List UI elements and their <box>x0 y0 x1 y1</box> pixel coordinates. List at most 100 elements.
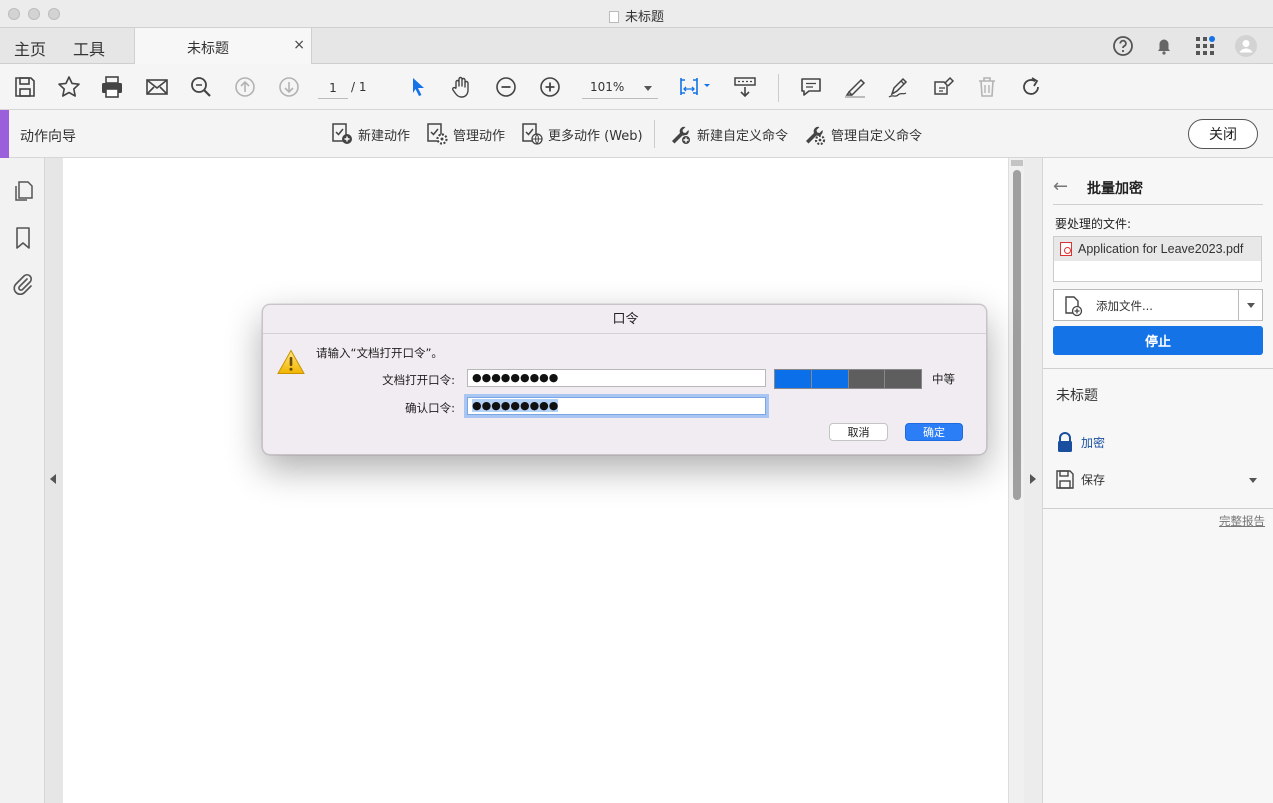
manage-custom-commands-label: 管理自定义命令 <box>831 128 923 144</box>
file-name: Application for Leave2023.pdf <box>1078 242 1244 256</box>
confirm-password-field[interactable]: ●●●●●●●●● <box>467 397 766 415</box>
trash-icon[interactable] <box>974 74 1000 100</box>
search-zoom-icon[interactable] <box>188 74 214 100</box>
action-bar-divider <box>654 120 655 148</box>
print-icon[interactable] <box>99 74 125 100</box>
strength-segment <box>811 370 849 388</box>
chevron-down-icon <box>644 86 652 91</box>
new-action-label: 新建动作 <box>358 128 411 144</box>
avatar-icon[interactable] <box>1234 34 1258 58</box>
tab-home[interactable]: 主页 <box>14 36 46 60</box>
ok-button[interactable]: 确定 <box>905 423 963 441</box>
manage-actions-label: 管理动作 <box>453 128 506 144</box>
save-icon[interactable] <box>12 74 38 100</box>
more-actions-globe-icon <box>522 123 543 145</box>
next-page-icon[interactable] <box>276 74 302 100</box>
bell-icon[interactable] <box>1152 34 1176 58</box>
strength-segment <box>885 370 921 388</box>
pages-thumbnail-icon[interactable] <box>11 179 35 203</box>
manage-actions-button[interactable]: 管理动作 <box>425 122 505 146</box>
new-action-icon <box>332 123 352 144</box>
stop-button[interactable]: 停止 <box>1053 326 1263 355</box>
password-strength-meter <box>774 369 922 389</box>
step-encrypt[interactable]: 加密 <box>1055 430 1105 454</box>
manage-custom-commands-button[interactable]: 管理自定义命令 <box>803 122 922 146</box>
vertical-scrollbar[interactable] <box>1008 158 1024 803</box>
back-arrow-icon[interactable]: ← <box>1053 176 1068 197</box>
strength-segment <box>775 370 812 388</box>
document-icon <box>608 11 619 23</box>
select-cursor-icon[interactable] <box>405 74 431 100</box>
apps-grid-icon[interactable] <box>1193 34 1217 58</box>
attachment-paperclip-icon[interactable] <box>11 272 35 296</box>
tab-tools[interactable]: 工具 <box>73 36 105 60</box>
zoom-select[interactable]: 101% <box>582 77 658 99</box>
expand-right-panel-icon[interactable] <box>1030 474 1036 484</box>
full-report-link[interactable]: 完整报告 <box>1219 513 1265 529</box>
confirm-password-label: 确认口令: <box>405 401 455 415</box>
previous-page-icon[interactable] <box>232 74 258 100</box>
add-files-dropdown[interactable] <box>1238 290 1262 320</box>
tab-document[interactable]: 未标题 × <box>134 28 312 64</box>
star-icon[interactable] <box>56 74 82 100</box>
close-tab-icon[interactable]: × <box>293 37 305 53</box>
file-list-item[interactable]: Application for Leave2023.pdf <box>1054 237 1261 261</box>
edit-stamp-icon[interactable] <box>930 74 956 100</box>
step-save[interactable]: 保存 <box>1055 467 1105 491</box>
files-to-process-label: 要处理的文件: <box>1055 217 1132 231</box>
new-custom-command-button[interactable]: 新建自定义命令 <box>669 122 788 146</box>
strength-segment <box>848 370 886 388</box>
page-total: / 1 <box>351 80 367 94</box>
draw-pen-icon[interactable] <box>886 74 912 100</box>
keyboard-scroll-icon[interactable] <box>732 74 758 100</box>
highlighter-icon[interactable] <box>842 74 868 100</box>
close-tool-button[interactable]: 关闭 <box>1188 119 1258 149</box>
document-tab-label: 未标题 <box>187 41 229 57</box>
add-file-icon <box>1065 296 1083 317</box>
toolbar-divider <box>778 74 779 102</box>
batch-encrypt-panel: ← 批量加密 要处理的文件: Application for Leave2023… <box>1043 158 1273 803</box>
zoom-in-icon[interactable] <box>537 74 563 100</box>
open-password-field[interactable]: ●●●●●●●●● <box>467 369 766 387</box>
tab-bar: 主页 工具 未标题 × <box>0 28 1273 64</box>
save-icon <box>1056 470 1074 489</box>
zoom-value: 101% <box>590 80 625 94</box>
file-list[interactable]: Application for Leave2023.pdf <box>1053 236 1262 282</box>
rotate-icon[interactable] <box>1018 74 1044 100</box>
add-files-label: 添加文件... <box>1096 299 1153 313</box>
chevron-down-icon[interactable] <box>1249 478 1257 483</box>
lock-icon <box>1058 432 1072 452</box>
hand-icon[interactable] <box>449 74 475 100</box>
pdf-file-icon <box>1060 242 1072 256</box>
warning-icon <box>277 349 305 375</box>
mail-icon[interactable] <box>144 74 170 100</box>
help-icon[interactable] <box>1111 34 1135 58</box>
add-files-button[interactable]: 添加文件... <box>1053 289 1263 321</box>
page-number-input[interactable] <box>318 77 348 99</box>
panel-divider <box>1043 508 1273 509</box>
cancel-button[interactable]: 取消 <box>829 423 888 441</box>
title-bar: 未标题 <box>0 0 1273 28</box>
scrollbar-thumb[interactable] <box>1013 170 1021 500</box>
panel-divider <box>1053 204 1263 205</box>
panel-title: 批量加密 <box>1087 181 1143 197</box>
more-actions-web-button[interactable]: 更多动作 (Web) <box>520 122 643 146</box>
main-toolbar: / 1 101% <box>0 64 1273 110</box>
pdf-page[interactable] <box>63 158 1008 803</box>
confirm-password-value: ●●●●●●●●● <box>472 399 559 412</box>
zoom-out-icon[interactable] <box>493 74 519 100</box>
panel-divider <box>1043 368 1273 369</box>
new-custom-command-label: 新建自定义命令 <box>697 128 789 144</box>
open-password-value: ●●●●●●●●● <box>472 371 559 384</box>
dialog-title: 口令 <box>263 305 986 334</box>
comment-icon[interactable] <box>798 74 824 100</box>
step-save-label: 保存 <box>1081 472 1106 487</box>
step-encrypt-label: 加密 <box>1081 435 1106 450</box>
password-dialog: 口令 请输入“文档打开口令”。 文档打开口令: ●●●●●●●●● 中等 确认口… <box>262 304 987 455</box>
manage-actions-icon <box>427 123 448 145</box>
fit-page-icon[interactable] <box>677 74 713 100</box>
collapse-left-panel-icon[interactable] <box>50 474 56 484</box>
new-action-button[interactable]: 新建动作 <box>330 122 410 146</box>
bookmark-icon[interactable] <box>11 226 35 250</box>
open-password-label: 文档打开口令: <box>382 373 455 387</box>
